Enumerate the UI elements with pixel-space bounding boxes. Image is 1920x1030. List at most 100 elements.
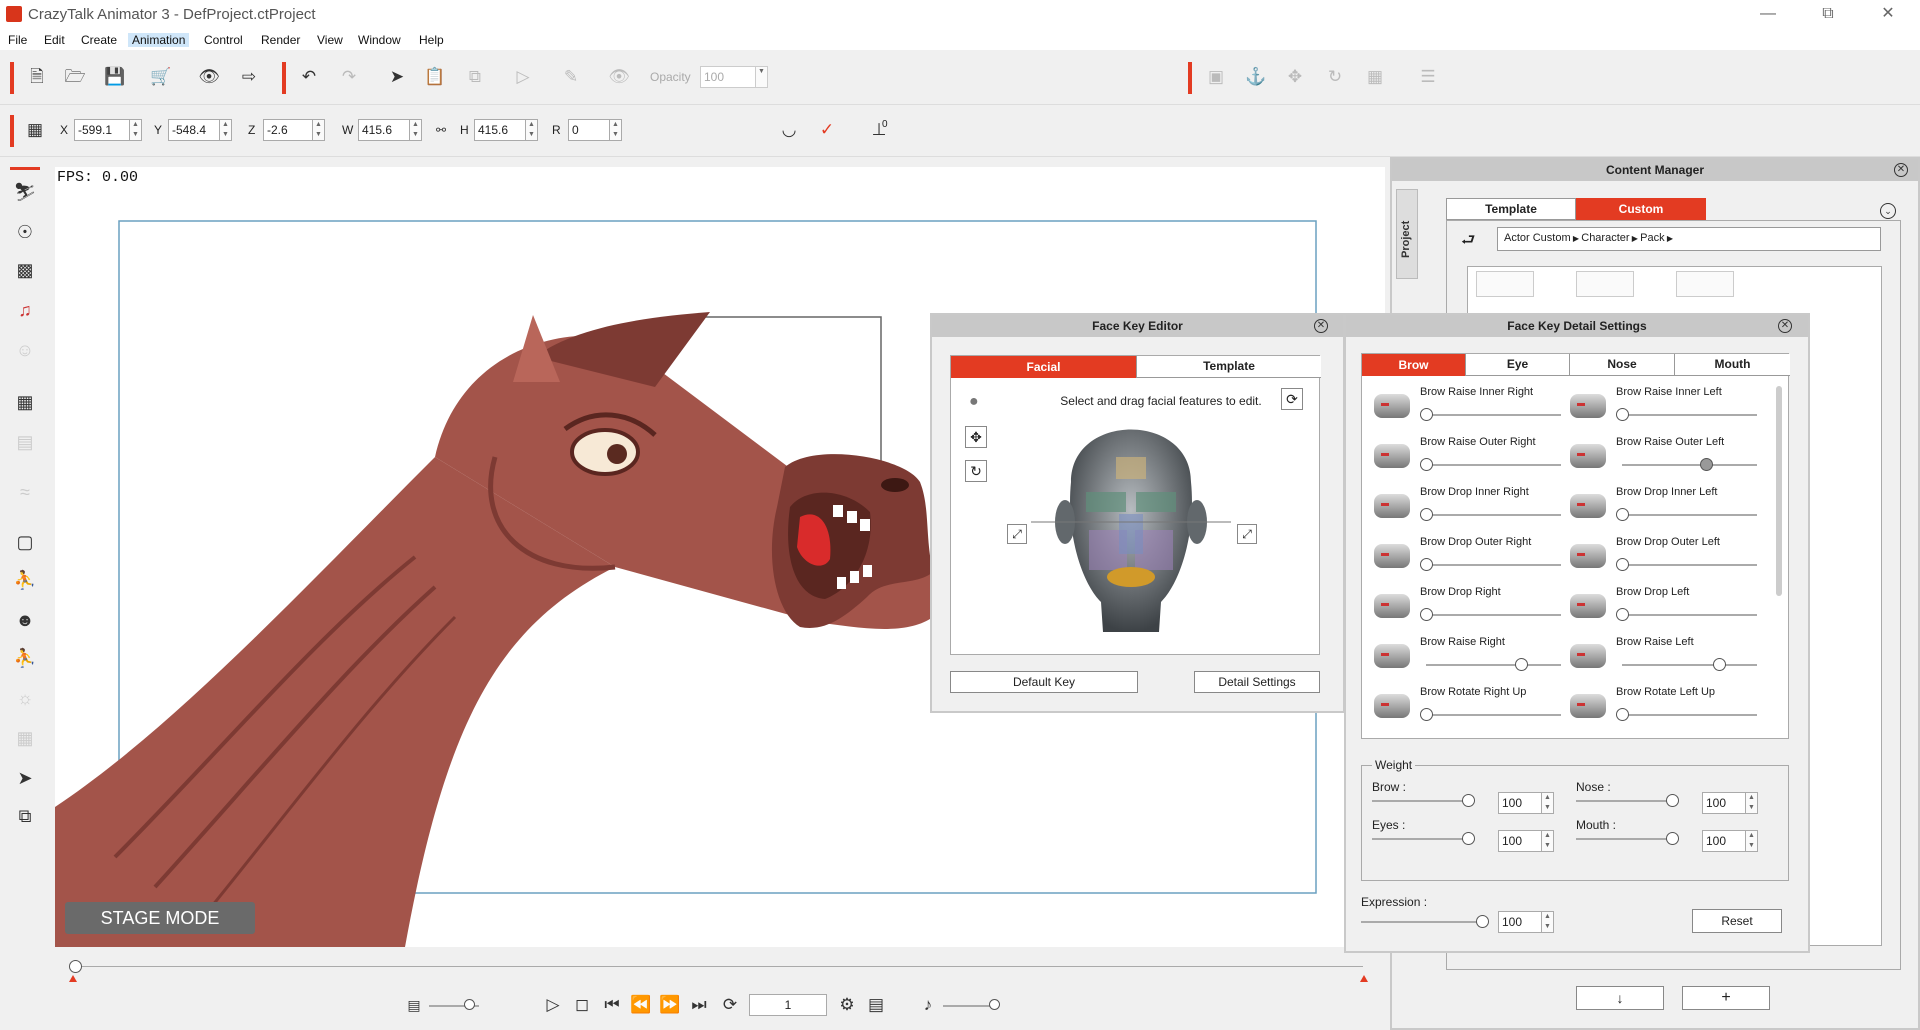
move-feature-icon[interactable]: ✥ — [965, 426, 987, 448]
flip-icon[interactable]: ▷ — [510, 64, 536, 90]
align-icon[interactable]: ☰ — [1415, 64, 1441, 90]
layer-icon[interactable]: ⧉ — [12, 803, 38, 829]
first-frame-icon[interactable]: ⏮ — [599, 992, 625, 1018]
anchor-icon[interactable]: ⚓ — [1243, 64, 1269, 90]
brow-slider-track[interactable] — [1622, 614, 1757, 616]
brow-slider-track[interactable] — [1426, 514, 1561, 516]
ease-in-icon[interactable]: ◡ — [776, 117, 802, 143]
head-select-icon[interactable]: ● — [969, 393, 979, 411]
detail-tab-eye[interactable]: Eye — [1465, 354, 1570, 376]
fke-tab-template[interactable]: Template — [1136, 356, 1321, 378]
brow-slider-thumb[interactable] — [1616, 508, 1629, 521]
menu-view[interactable]: View — [313, 33, 347, 47]
volume-slider-thumb[interactable] — [989, 999, 1000, 1010]
rotate-feature-icon[interactable]: ↻ — [965, 460, 987, 482]
y-input[interactable]: -548.4 — [168, 119, 220, 141]
brow-slider-track[interactable] — [1426, 614, 1561, 616]
brow-slider-track[interactable] — [1622, 414, 1757, 416]
timeline-playhead[interactable] — [69, 960, 82, 973]
weight-input[interactable]: 100 — [1702, 830, 1746, 852]
brow-slider-track[interactable] — [1426, 714, 1561, 716]
detail-tab-nose[interactable]: Nose — [1570, 354, 1675, 376]
h-input[interactable]: 415.6 — [474, 119, 526, 141]
brow-slider-thumb[interactable] — [1616, 558, 1629, 571]
weight-spinner[interactable]: ▲ ▼ — [1746, 830, 1758, 852]
breadcrumb-pack[interactable]: Pack — [1640, 232, 1664, 244]
brow-slider-track[interactable] — [1426, 664, 1561, 666]
opacity-dropdown-icon[interactable]: ▼ — [756, 66, 768, 88]
sprite-key-icon[interactable]: ☼ — [12, 685, 38, 711]
brow-slider-thumb[interactable] — [1699, 458, 1713, 471]
timeline-track[interactable] — [71, 966, 1363, 967]
timeline-icon[interactable]: ▦ — [12, 389, 38, 415]
transform-key-icon[interactable]: ▦ — [12, 725, 38, 751]
speed-slider-thumb[interactable] — [464, 999, 475, 1010]
cm-thumbnail-2[interactable] — [1576, 271, 1634, 297]
face-puppet-icon[interactable]: ☺ — [12, 337, 38, 363]
weight-slider-thumb[interactable] — [1462, 794, 1475, 807]
cm-expand-chevron-icon[interactable]: ⌄ — [1880, 203, 1896, 219]
move-icon[interactable]: ✥ — [1282, 64, 1308, 90]
weight-input[interactable]: 100 — [1498, 792, 1542, 814]
link-icon[interactable]: ⚯ — [428, 117, 454, 143]
sprite-icon[interactable]: ▩ — [12, 257, 38, 283]
cm-thumbnail-1[interactable] — [1476, 271, 1534, 297]
detail-tab-brow[interactable]: Brow — [1362, 354, 1465, 376]
weight-slider[interactable] — [1576, 800, 1672, 802]
brow-slider-thumb[interactable] — [1616, 708, 1629, 721]
face-key-editor-close-icon[interactable]: ✕ — [1314, 319, 1328, 333]
ease-out-icon[interactable]: ✓ — [814, 117, 840, 143]
brow-slider-thumb[interactable] — [1616, 408, 1629, 421]
pivot-icon[interactable]: ⊥ — [866, 117, 892, 143]
expression-input[interactable]: 100 — [1498, 911, 1542, 933]
brow-slider-thumb[interactable] — [1420, 708, 1433, 721]
grid-icon[interactable]: ▦ — [22, 117, 48, 143]
weight-input[interactable]: 100 — [1498, 830, 1542, 852]
expression-slider[interactable] — [1361, 921, 1483, 923]
brow-slider-track[interactable] — [1426, 564, 1561, 566]
path-icon[interactable]: ≈ — [12, 479, 38, 505]
range-end-marker[interactable] — [1360, 975, 1368, 982]
stop-icon[interactable]: ◻ — [569, 992, 595, 1018]
brow-slider-thumb[interactable] — [1420, 458, 1433, 471]
redo-icon[interactable]: ↷ — [336, 64, 362, 90]
volume-note-icon[interactable]: ♪ — [915, 992, 941, 1018]
open-folder-icon[interactable]: 🗁 — [62, 64, 88, 90]
menu-create[interactable]: Create — [77, 33, 121, 47]
settings-gear-icon[interactable]: ⚙ — [834, 992, 860, 1018]
next-frame-icon[interactable]: ⏩ — [657, 992, 683, 1018]
menu-help[interactable]: Help — [415, 33, 448, 47]
detail-tab-mouth[interactable]: Mouth — [1675, 354, 1790, 376]
r-input[interactable]: 0 — [568, 119, 610, 141]
brow-slider-track[interactable] — [1622, 664, 1757, 666]
loop-icon[interactable]: ⟳ — [717, 992, 743, 1018]
export-icon[interactable]: ⇨ — [236, 64, 262, 90]
project-side-tab[interactable]: Project — [1396, 189, 1418, 279]
h-spinner[interactable]: ▲ ▼ — [526, 119, 538, 141]
fke-tab-facial[interactable]: Facial — [951, 356, 1136, 378]
scale-icon[interactable]: ▦ — [1362, 64, 1388, 90]
eraser-icon[interactable]: ✎ — [558, 64, 584, 90]
play-icon[interactable]: ▷ — [540, 992, 566, 1018]
weight-slider-thumb[interactable] — [1462, 832, 1475, 845]
save-icon[interactable]: 💾 — [102, 64, 128, 90]
default-key-button[interactable]: Default Key — [950, 671, 1138, 693]
audio-icon[interactable]: ♫ — [12, 297, 38, 323]
slider-list-scrollbar[interactable] — [1776, 386, 1782, 596]
menu-animation[interactable]: Animation — [128, 33, 190, 47]
motion-key-icon[interactable]: ⛹ — [12, 645, 38, 671]
preview-icon[interactable]: 👁 — [196, 64, 222, 90]
brow-slider-thumb[interactable] — [1420, 608, 1433, 621]
y-spinner[interactable]: ▲ ▼ — [220, 119, 232, 141]
weight-slider[interactable] — [1576, 838, 1672, 840]
select-icon[interactable]: ➤ — [12, 765, 38, 791]
weight-input[interactable]: 100 — [1702, 792, 1746, 814]
reset-view-icon[interactable]: ⟳ — [1281, 388, 1303, 410]
bone-icon[interactable]: ▣ — [1203, 64, 1229, 90]
expression-slider-thumb[interactable] — [1476, 915, 1489, 928]
cm-download-button[interactable]: ↓ — [1576, 986, 1664, 1010]
undo-icon[interactable]: ↶ — [296, 64, 322, 90]
weight-slider[interactable] — [1372, 800, 1468, 802]
brow-slider-track[interactable] — [1622, 714, 1757, 716]
brow-slider-track[interactable] — [1622, 464, 1757, 466]
